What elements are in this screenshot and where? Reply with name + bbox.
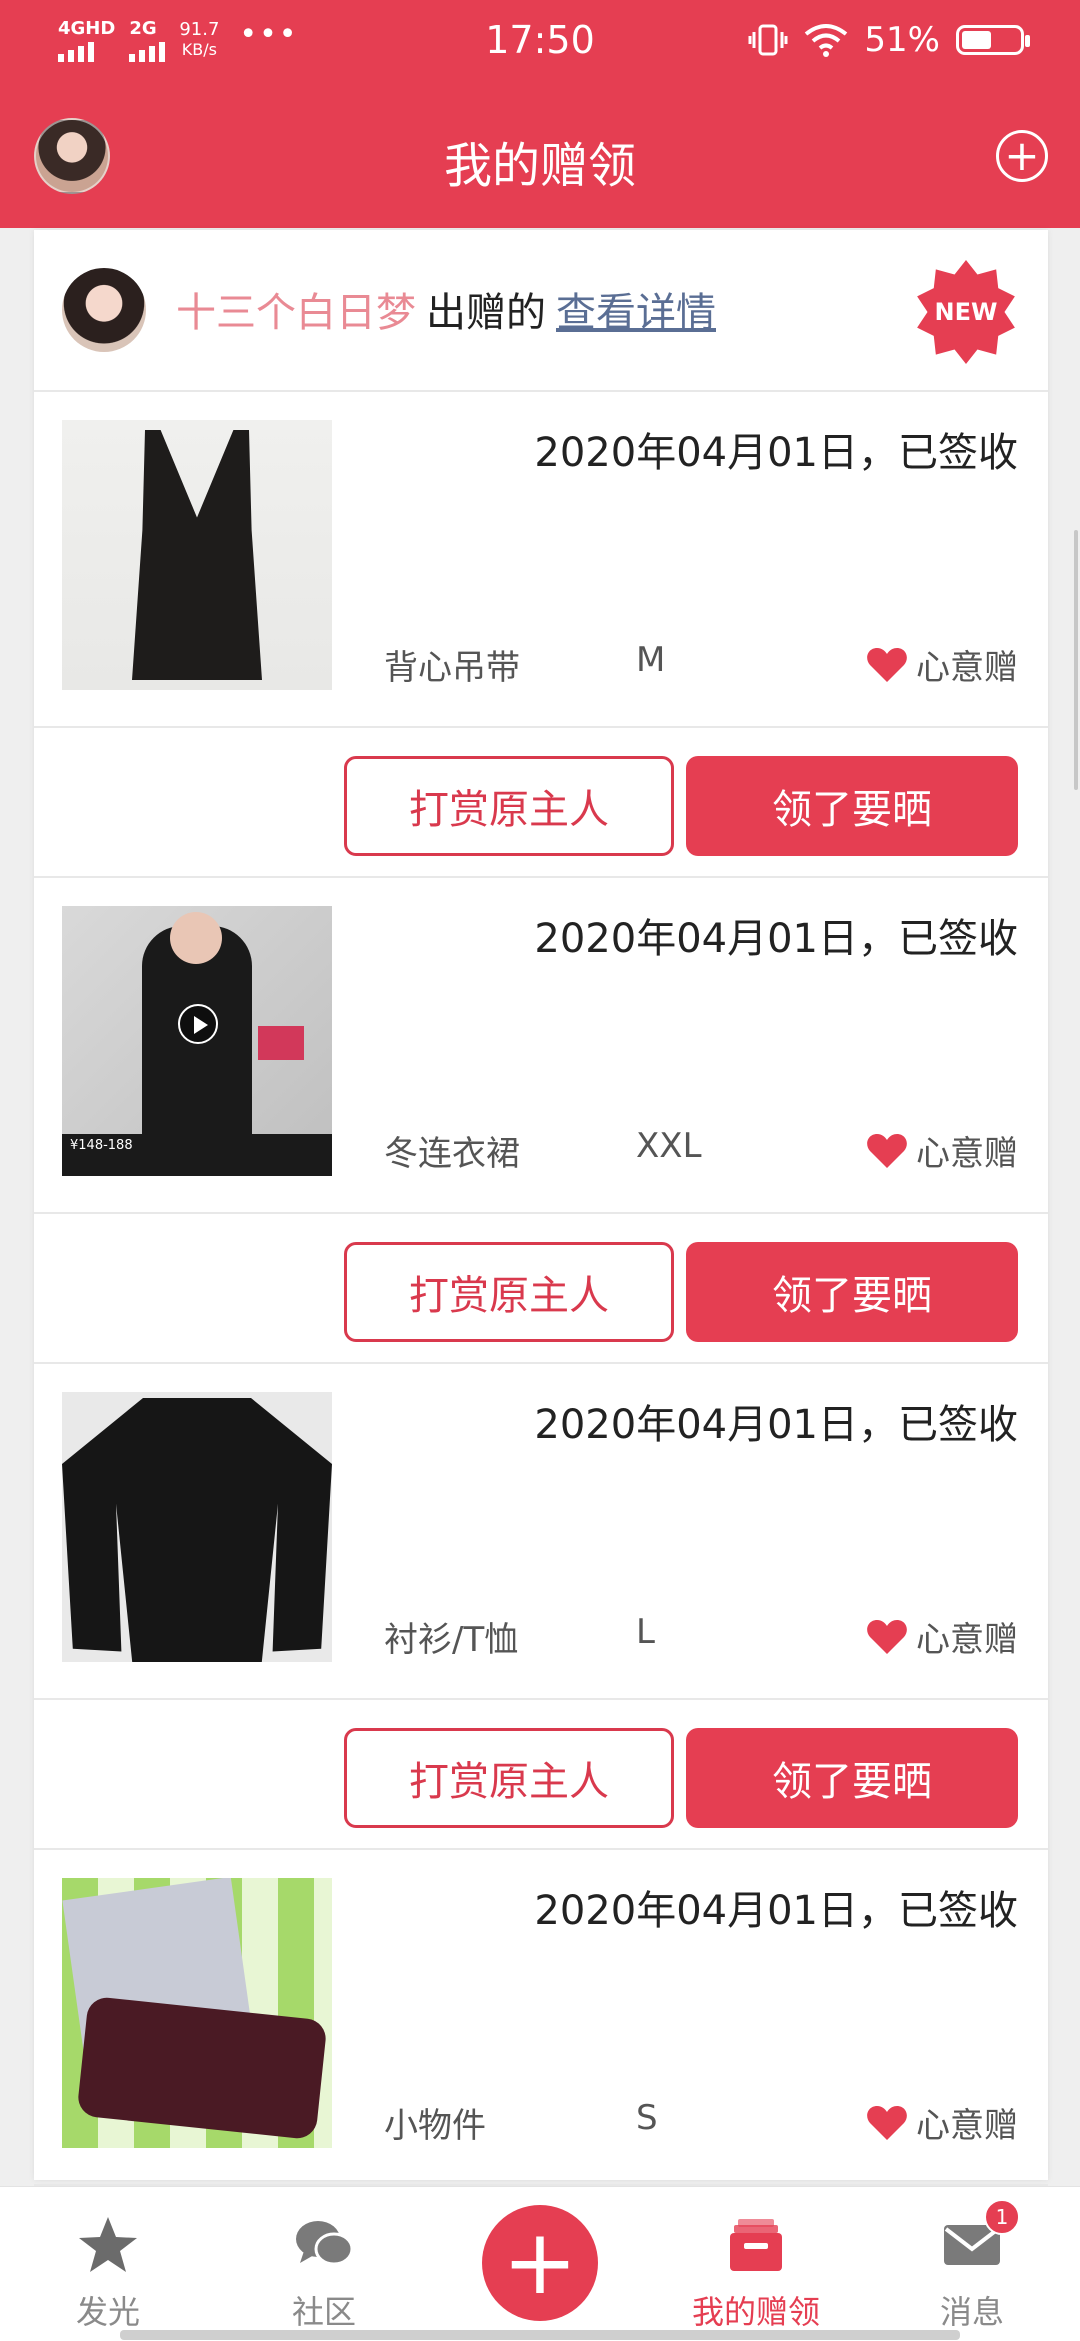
wifi-icon <box>805 24 848 57</box>
item-price: ¥148-188 <box>62 1134 332 1176</box>
item-tag: 心意赠 <box>866 640 1018 689</box>
reward-owner-button[interactable]: 打赏原主人 <box>344 1728 674 1828</box>
item-tag: 心意赠 <box>866 1612 1018 1661</box>
battery-icon <box>956 25 1030 55</box>
reward-owner-button[interactable]: 打赏原主人 <box>344 756 674 856</box>
item-category: 衬衫/T恤 <box>384 1620 519 1660</box>
nav-item-messages[interactable]: 1 消息 <box>892 2187 1052 2341</box>
gift-card: 十三个白日梦 出赠的 查看详情 NEW 2020年04月01日，已签收 背心吊带 M… <box>34 230 1048 2186</box>
list-item[interactable]: ¥148-188 2020年04月01日，已签收 冬连衣裙 XXL 心意赠 <box>34 876 1048 1214</box>
gift-box-icon <box>730 2219 782 2271</box>
status-bar: 4GHD 2G 91.7 KB/s ••• 17:50 51% <box>0 0 1080 86</box>
reward-owner-button[interactable]: 打赏原主人 <box>344 1242 674 1342</box>
donor-name[interactable]: 十三个白日梦 <box>176 290 416 336</box>
nav-item-glow[interactable]: 发光 <box>28 2187 188 2341</box>
battery-fill <box>962 31 991 49</box>
star-icon <box>79 2217 137 2272</box>
chat-icon <box>296 2221 354 2266</box>
heart-icon <box>867 2105 907 2140</box>
unread-badge: 1 <box>984 2199 1020 2235</box>
item-tag-label: 心意赠 <box>916 2106 1018 2146</box>
item-date: 2020年04月01日，已签收 <box>534 916 1018 962</box>
donor-text: 十三个白日梦 出赠的 查看详情 <box>176 280 716 338</box>
list-item[interactable]: 2020年04月01日，已签收 小物件 S 心意赠 <box>34 1848 1048 2186</box>
donor-avatar[interactable] <box>62 268 146 352</box>
item-tag-label: 心意赠 <box>916 648 1018 688</box>
heart-icon <box>867 1133 907 1168</box>
show-off-button[interactable]: 领了要晒 <box>686 1728 1018 1828</box>
heart-icon <box>867 647 907 682</box>
nav-item-my-gifts[interactable]: 我的赠领 <box>676 2187 836 2341</box>
play-icon[interactable] <box>178 1004 218 1044</box>
add-button[interactable]: + <box>996 130 1048 182</box>
item-actions: 打赏原主人 领了要晒 <box>34 1698 1048 1850</box>
item-size: L <box>636 1612 655 1652</box>
vibrate-icon <box>748 24 788 56</box>
nav-label: 消息 <box>939 2293 1004 2331</box>
item-category: 小物件 <box>384 2106 486 2146</box>
donor-verb: 出赠的 <box>426 290 546 336</box>
item-tag: 心意赠 <box>866 1126 1018 1175</box>
item-date: 2020年04月01日，已签收 <box>534 1888 1018 1934</box>
battery-percent: 51% <box>864 20 940 60</box>
item-photo[interactable] <box>62 1878 332 2148</box>
show-off-button[interactable]: 领了要晒 <box>686 1242 1018 1342</box>
view-details-link[interactable]: 查看详情 <box>556 290 716 336</box>
item-size: M <box>636 640 666 680</box>
heart-icon <box>867 1619 907 1654</box>
item-size: XXL <box>636 1126 702 1166</box>
home-indicator <box>120 2330 960 2340</box>
show-off-button[interactable]: 领了要晒 <box>686 756 1018 856</box>
list-item[interactable]: 2020年04月01日，已签收 背心吊带 M 心意赠 <box>34 390 1048 728</box>
list-item[interactable]: 2020年04月01日，已签收 衬衫/T恤 L 心意赠 <box>34 1362 1048 1700</box>
bottom-nav: 发光 社区 + 我的赠领 1 消息 <box>0 2186 1080 2341</box>
status-right: 51% <box>748 20 1030 60</box>
item-tag: 心意赠 <box>866 2098 1018 2147</box>
item-tag-label: 心意赠 <box>916 1620 1018 1660</box>
item-photo[interactable] <box>62 420 332 690</box>
new-badge: NEW <box>917 260 1015 364</box>
scrollbar[interactable] <box>1074 530 1078 790</box>
item-photo[interactable] <box>62 1392 332 1662</box>
donor-row: 十三个白日梦 出赠的 查看详情 NEW <box>34 230 1048 392</box>
nav-item-community[interactable]: 社区 <box>244 2187 404 2341</box>
item-date: 2020年04月01日，已签收 <box>534 1402 1018 1448</box>
publish-button[interactable]: + <box>482 2205 598 2321</box>
page-title: 我的赠领 <box>443 138 636 194</box>
item-category: 冬连衣裙 <box>384 1134 520 1174</box>
nav-label: 社区 <box>291 2293 356 2331</box>
item-tag-label: 心意赠 <box>916 1134 1018 1174</box>
item-category: 背心吊带 <box>384 648 520 688</box>
item-actions: 打赏原主人 领了要晒 <box>34 726 1048 878</box>
item-date: 2020年04月01日，已签收 <box>534 430 1018 476</box>
nav-label: 我的赠领 <box>691 2293 820 2331</box>
item-size: S <box>636 2098 658 2138</box>
plus-icon: + <box>502 2210 578 2315</box>
item-actions: 打赏原主人 领了要晒 <box>34 1212 1048 1364</box>
nav-label: 发光 <box>75 2293 140 2331</box>
item-photo[interactable]: ¥148-188 <box>62 906 332 1176</box>
app-header: 4GHD 2G 91.7 KB/s ••• 17:50 51% 我的赠领 + <box>0 0 1080 228</box>
